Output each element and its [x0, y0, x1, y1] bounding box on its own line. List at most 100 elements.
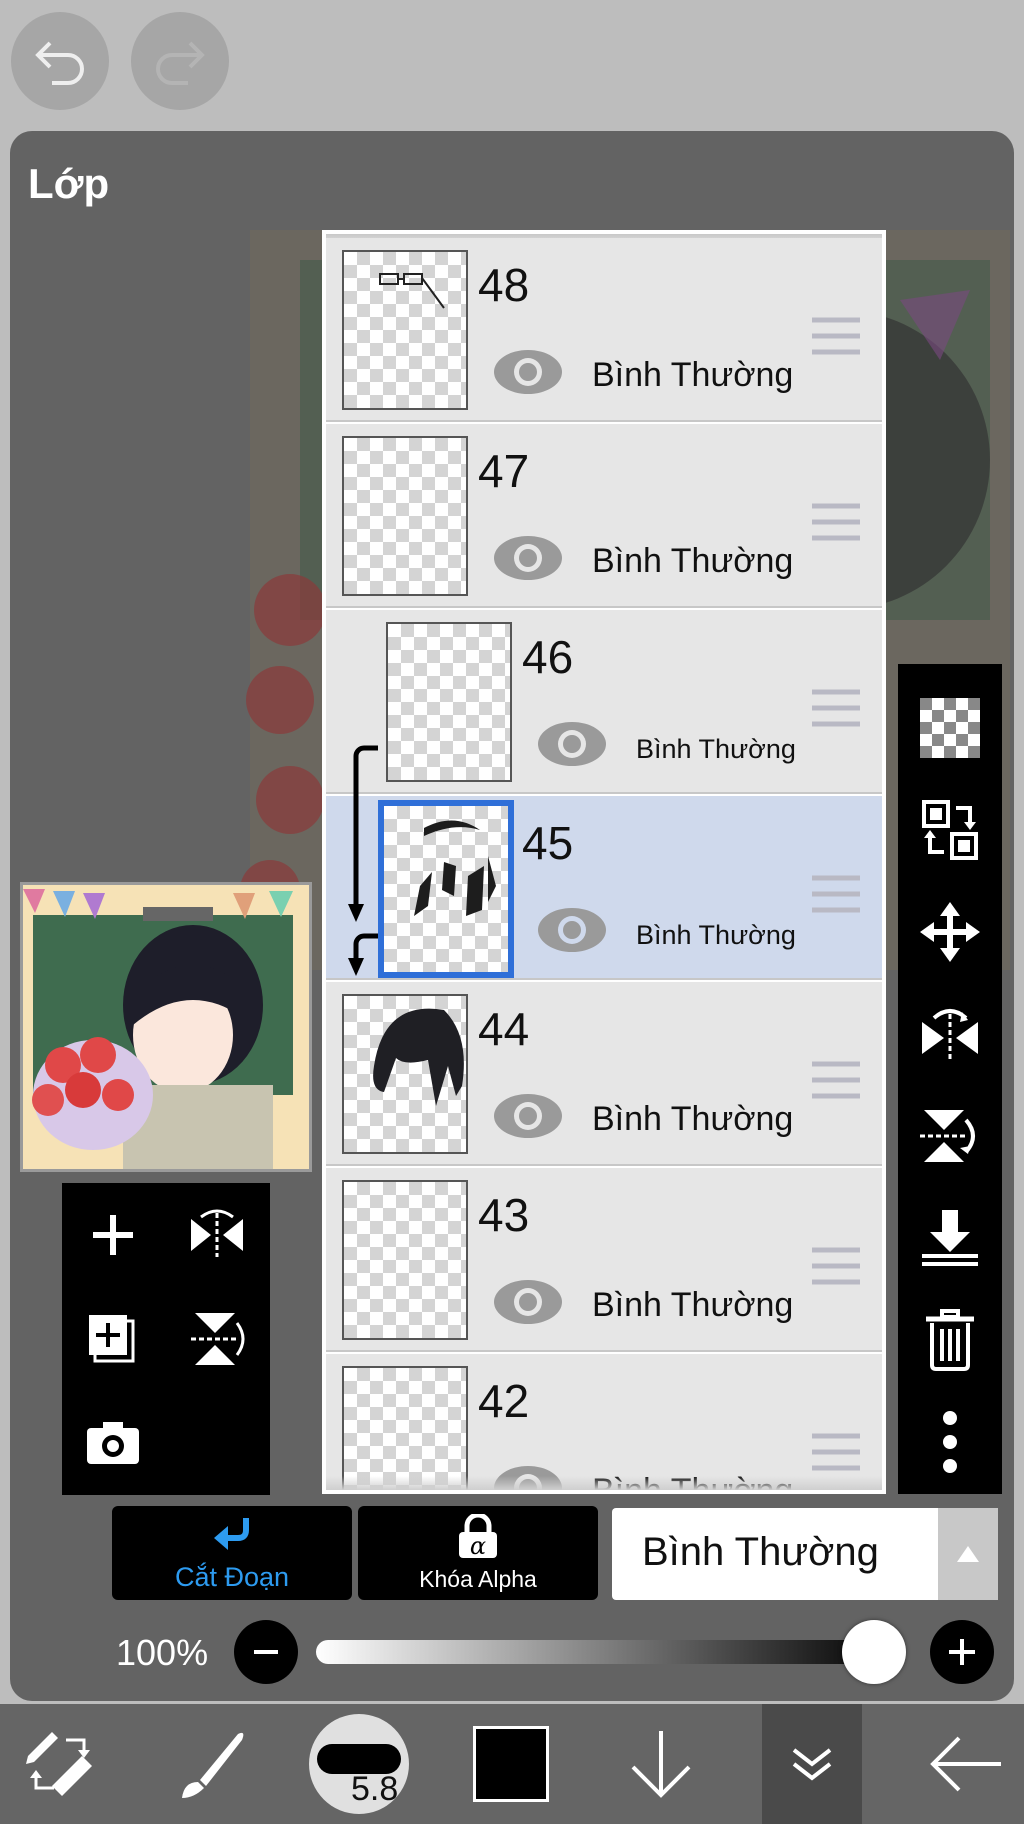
- delete-layer-button[interactable]: [898, 1290, 1002, 1390]
- eye-icon[interactable]: [492, 534, 564, 582]
- flip-vertical-icon: [920, 1110, 975, 1162]
- drag-handle-icon[interactable]: [812, 1246, 860, 1288]
- blend-mode-dropdown-toggle[interactable]: [938, 1508, 998, 1600]
- double-chevron-down-icon: [792, 1748, 832, 1781]
- drag-handle-icon[interactable]: [812, 316, 860, 358]
- brush-size-preview: 5.8: [309, 1714, 409, 1814]
- layer-number: 42: [478, 1375, 530, 1427]
- layer-row-44[interactable]: 44 Bình Thường: [326, 982, 882, 1166]
- layer-thumbnail: [342, 994, 468, 1154]
- tool-switch-button[interactable]: [0, 1704, 120, 1824]
- flip-vertical-button[interactable]: [166, 1287, 268, 1391]
- app-root: Lớp 48 Bình Thường 47 Bình Thường 46 Bìn…: [0, 0, 1024, 1824]
- flip-horizontal-layer-button[interactable]: [898, 984, 1002, 1084]
- opacity-increase-button[interactable]: [930, 1620, 994, 1684]
- layer-number: 48: [478, 259, 530, 311]
- plus-icon: [93, 1215, 133, 1255]
- flip-vertical-icon: [191, 1313, 245, 1365]
- opacity-value: 100%: [116, 1632, 209, 1673]
- swap-layer-button[interactable]: [898, 780, 1002, 880]
- layer-number: 47: [478, 445, 530, 497]
- layer-thumbnail: [342, 436, 468, 596]
- drag-handle-icon[interactable]: [812, 1432, 860, 1474]
- brush-tool-button[interactable]: [160, 1704, 260, 1824]
- drag-handle-icon[interactable]: [812, 502, 860, 544]
- back-button[interactable]: [920, 1704, 1010, 1824]
- blend-mode-select[interactable]: Bình Thường: [612, 1508, 998, 1600]
- opacity-slider-track[interactable]: [316, 1640, 890, 1664]
- drag-handle-icon[interactable]: [812, 688, 860, 730]
- layer-thumbnail: [342, 250, 468, 410]
- alpha-lock-button[interactable]: α Khóa Alpha: [358, 1506, 598, 1600]
- clipping-icon: [214, 1517, 249, 1550]
- layer-blend-mode: Bình Thường: [592, 356, 794, 394]
- layer-number: 45: [522, 817, 574, 869]
- arrow-left-icon: [930, 1736, 1001, 1792]
- eye-icon[interactable]: [536, 906, 608, 954]
- layer-row-47[interactable]: 47 Bình Thường: [326, 424, 882, 608]
- brush-size-button[interactable]: 5.8: [306, 1704, 412, 1824]
- collapse-panel-button[interactable]: [762, 1704, 862, 1824]
- pen-eraser-swap-icon: [26, 1732, 92, 1796]
- flip-vertical-layer-button[interactable]: [898, 1086, 1002, 1186]
- more-options-button[interactable]: [898, 1392, 1002, 1492]
- clipping-button[interactable]: Cắt Đoạn: [112, 1506, 352, 1600]
- camera-icon: [87, 1422, 139, 1464]
- flip-horizontal-button[interactable]: [166, 1183, 268, 1287]
- eye-icon[interactable]: [492, 1278, 564, 1326]
- checkerboard-icon: [920, 698, 980, 758]
- redo-button[interactable]: [131, 12, 229, 110]
- layer-blend-mode: Bình Thường: [592, 1100, 794, 1138]
- triangle-up-icon: [957, 1546, 979, 1562]
- camera-button[interactable]: [62, 1391, 164, 1495]
- duplicate-layer-button[interactable]: [62, 1287, 164, 1391]
- layer-row-46[interactable]: 46 Bình Thường: [326, 610, 882, 794]
- opacity-decrease-button[interactable]: [234, 1620, 298, 1684]
- duplicate-icon: [89, 1315, 135, 1363]
- svg-text:α: α: [470, 1532, 486, 1560]
- scroll-down-button[interactable]: [616, 1704, 706, 1824]
- clipping-label: Cắt Đoạn: [174, 1561, 290, 1592]
- layer-number: 43: [478, 1189, 530, 1241]
- eye-icon[interactable]: [492, 348, 564, 396]
- move-button[interactable]: [898, 882, 1002, 982]
- more-vertical-icon: [943, 1411, 957, 1473]
- trash-icon: [926, 1309, 974, 1371]
- opacity-slider-handle[interactable]: [842, 1620, 906, 1684]
- alpha-lock-label: Khóa Alpha: [419, 1565, 537, 1592]
- plus-icon: [949, 1639, 975, 1665]
- layer-number: 44: [478, 1003, 530, 1055]
- layer-row-43[interactable]: 43 Bình Thường: [326, 1168, 882, 1352]
- merge-down-icon: [922, 1210, 978, 1266]
- redo-icon: [156, 41, 205, 85]
- lock-alpha-icon: α: [459, 1513, 497, 1560]
- drag-handle-icon[interactable]: [812, 874, 860, 916]
- flip-horizontal-icon: [191, 1209, 243, 1257]
- brush-icon: [182, 1732, 244, 1798]
- layer-row-48[interactable]: 48 Bình Thường: [326, 238, 882, 422]
- bottom-toolbar: 5.8: [0, 1704, 1024, 1824]
- layer-list[interactable]: 48 Bình Thường 47 Bình Thường 46 Bình Th…: [322, 230, 886, 1494]
- flip-horizontal-icon: [922, 1009, 978, 1060]
- add-layer-button[interactable]: [62, 1183, 164, 1287]
- eye-icon[interactable]: [492, 1092, 564, 1140]
- layer-number: 46: [522, 631, 574, 683]
- layer-tools-right: [898, 664, 1002, 1494]
- drag-handle-icon[interactable]: [812, 1060, 860, 1102]
- layer-thumbnail: [342, 1366, 468, 1490]
- eye-icon[interactable]: [536, 720, 608, 768]
- layer-blend-mode: Bình Thường: [592, 542, 794, 580]
- layer-row-45[interactable]: 45 Bình Thường: [326, 796, 882, 980]
- layer-blend-mode: Bình Thường: [636, 734, 796, 764]
- color-picker-button[interactable]: [468, 1704, 554, 1824]
- merge-down-button[interactable]: [898, 1188, 1002, 1288]
- transparency-button[interactable]: [898, 678, 1002, 778]
- panel-title: Lớp: [28, 160, 110, 207]
- layer-row-42[interactable]: 42 Bình Thường: [326, 1354, 882, 1490]
- arrow-down-icon: [631, 1731, 691, 1798]
- artwork-thumbnail[interactable]: [20, 882, 312, 1172]
- clipping-arrow-icon: [348, 745, 378, 976]
- move-icon: [920, 902, 980, 962]
- undo-button[interactable]: [11, 12, 109, 110]
- blend-mode-value: Bình Thường: [642, 1530, 879, 1574]
